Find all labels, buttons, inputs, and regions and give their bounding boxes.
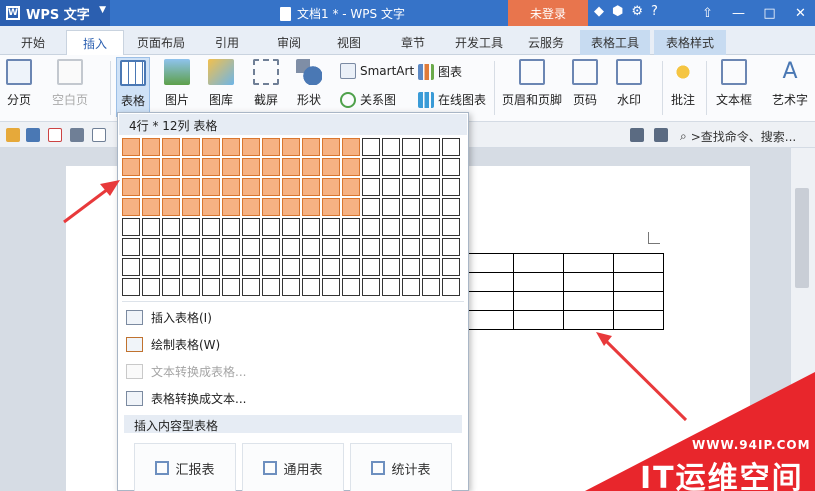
watermark-url: WWW.94IP.COM xyxy=(692,438,811,452)
watermark-text: IT运维空间 xyxy=(640,461,804,491)
left-arrow-shaft xyxy=(63,184,113,224)
